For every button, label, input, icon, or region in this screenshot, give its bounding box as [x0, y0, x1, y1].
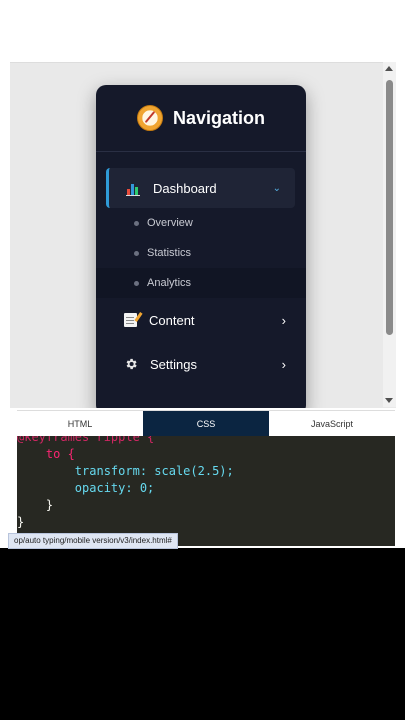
code-line: to { [17, 447, 75, 461]
scroll-down-icon[interactable] [385, 398, 393, 403]
code-line: opacity: 0; [17, 481, 155, 495]
sidebar-title: Navigation [172, 107, 265, 128]
video-letterbox-bottom [0, 548, 405, 720]
chevron-right-icon: › [281, 356, 286, 372]
submenu-item-label: Statistics [147, 247, 192, 259]
bar-chart-icon [125, 180, 143, 196]
tab-javascript[interactable]: JavaScript [269, 411, 395, 437]
scroll-thumb[interactable] [386, 80, 393, 335]
code-line: @keyframes ripple { [17, 436, 155, 444]
navigation-sidebar: Navigation Dashboard ⌄ Overview Statisti… [96, 85, 306, 408]
scroll-up-icon[interactable] [385, 66, 393, 71]
chevron-right-icon: › [281, 312, 286, 328]
tab-html[interactable]: HTML [17, 411, 143, 437]
tab-css[interactable]: CSS [143, 411, 269, 437]
memo-icon [124, 313, 137, 327]
frame-edge [0, 62, 10, 548]
submenu-item-overview[interactable]: Overview [96, 208, 306, 238]
status-bar-url: op/auto typing/mobile version/v3/index.h… [8, 533, 178, 549]
chevron-down-icon: ⌄ [272, 182, 281, 194]
sidebar-menu: Dashboard ⌄ Overview Statistics Analytic… [96, 152, 306, 386]
sidebar-item-settings[interactable]: Settings › [96, 342, 306, 386]
bullet-icon [134, 220, 139, 226]
sidebar-item-label: Settings [150, 356, 197, 372]
sidebar-item-label: Dashboard [153, 180, 217, 196]
submenu-item-label: Overview [147, 217, 193, 229]
submenu-item-label: Analytics [147, 277, 192, 289]
code-line: transform: scale(2.5); [17, 464, 234, 478]
editor-tabs: HTML CSS JavaScript [17, 410, 395, 437]
sidebar-item-content[interactable]: Content › [96, 298, 306, 342]
sidebar-item-dashboard[interactable]: Dashboard ⌄ [106, 168, 295, 208]
gear-icon [126, 358, 137, 370]
compass-icon [136, 105, 163, 131]
sidebar-header: Navigation [96, 85, 306, 152]
submenu-item-analytics[interactable]: Analytics [96, 268, 306, 298]
code-editor[interactable]: @keyframes ripple { to { transform: scal… [17, 436, 395, 546]
submenu-item-statistics[interactable]: Statistics [96, 238, 306, 268]
bullet-icon [134, 280, 139, 286]
sidebar-item-label: Content [149, 312, 195, 328]
bullet-icon [134, 250, 139, 256]
preview-scrollbar[interactable] [383, 62, 396, 407]
code-line: } [17, 498, 54, 512]
code-line: } [17, 515, 25, 529]
preview-pane: Navigation Dashboard ⌄ Overview Statisti… [10, 62, 396, 408]
